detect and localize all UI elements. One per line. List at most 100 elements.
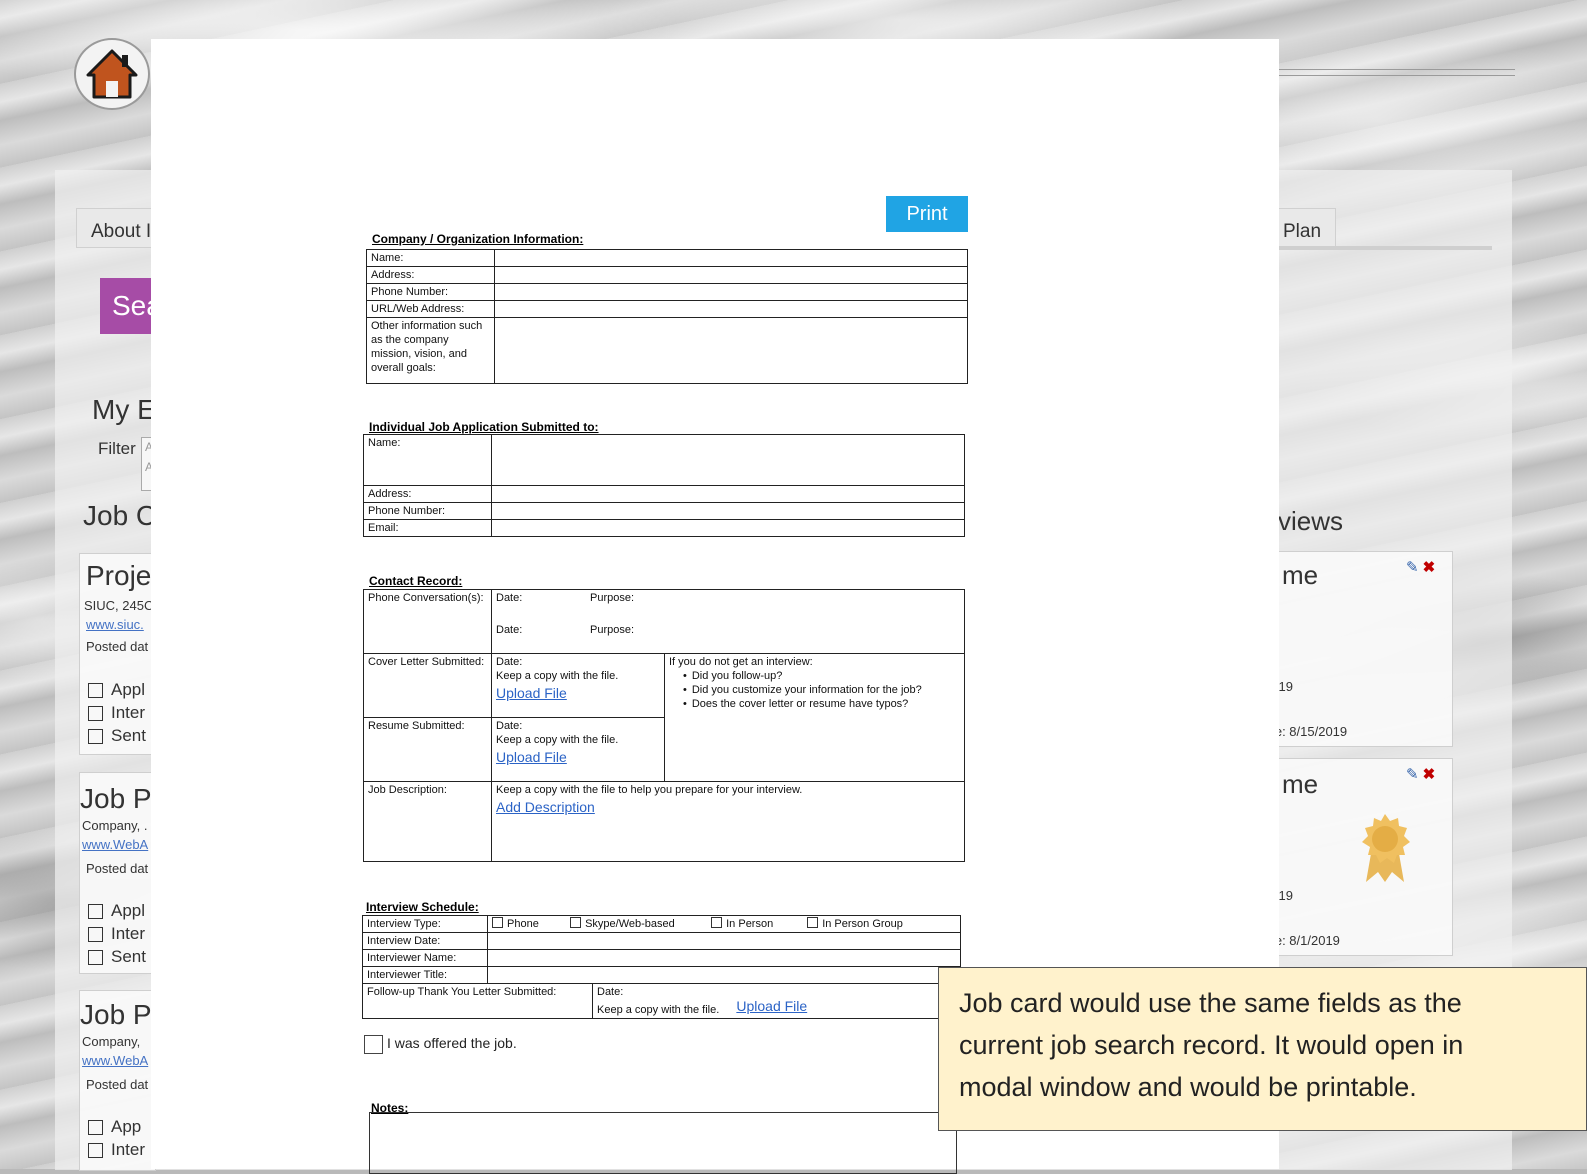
company-address-field[interactable]	[494, 266, 968, 284]
search-button[interactable]: Sea	[100, 278, 162, 334]
job-card-link[interactable]: www.WebA	[82, 1053, 148, 1068]
applicant-name-field[interactable]	[491, 434, 965, 486]
field-label: Interview Type:	[362, 915, 488, 933]
job-card-company: Company,	[82, 1034, 141, 1049]
phone-conversations-field[interactable]: Date: Purpose: Date: Purpose:	[491, 589, 965, 654]
job-card-link[interactable]: www.siuc.	[86, 617, 144, 632]
job-description-field[interactable]: Keep a copy with the file to help you pr…	[491, 781, 965, 862]
upload-file-link[interactable]: Upload File	[496, 686, 567, 700]
checkbox[interactable]	[364, 1035, 383, 1054]
offered-checkbox[interactable]: I was offered the job.	[364, 1035, 517, 1054]
applicant-email-field[interactable]	[491, 519, 965, 537]
tips-title: If you do not get an interview:	[669, 656, 813, 668]
job-card-company: SIUC, 245C	[84, 598, 154, 613]
add-description-link[interactable]: Add Description	[496, 800, 595, 814]
job-card-check[interactable]: Appl	[88, 680, 145, 700]
cover-letter-field[interactable]: Date: Keep a copy with the file. Upload …	[491, 653, 665, 718]
checkbox[interactable]	[88, 683, 103, 699]
option-phone[interactable]: Phone	[492, 917, 567, 931]
checkbox[interactable]	[807, 917, 819, 928]
tab-plan[interactable]: Plan	[1278, 208, 1336, 248]
interview-type-options: Phone Skype/Web-based In Person In Perso…	[487, 915, 961, 933]
job-card-link[interactable]: www.WebA	[82, 837, 148, 852]
interview-date-field[interactable]	[487, 932, 961, 950]
checkbox[interactable]	[88, 1120, 103, 1136]
company-url-field[interactable]	[494, 300, 968, 318]
company-phone-field[interactable]	[494, 283, 968, 301]
tab-about[interactable]: About I	[76, 208, 156, 248]
field-label: Address:	[366, 266, 495, 284]
interview-section-title: Interview Schedule:	[366, 900, 479, 914]
job-card[interactable]: Proje SIUC, 245C www.siuc. Posted dat Ap…	[79, 553, 156, 755]
interviewer-name-field[interactable]	[487, 949, 961, 967]
interviewer-title-field[interactable]	[487, 966, 961, 984]
company-section-title: Company / Organization Information:	[372, 232, 584, 246]
print-button[interactable]: Print	[886, 196, 968, 232]
interview-tips: If you do not get an interview: Did you …	[664, 653, 965, 782]
option-in-person[interactable]: In Person	[711, 917, 804, 931]
job-card-check[interactable]: Sent	[88, 726, 146, 746]
table-row: Cover Letter Submitted: Date: Keep a cop…	[363, 653, 965, 782]
checkbox[interactable]	[88, 950, 103, 966]
tips-list: Did you follow-up? Did you customize you…	[669, 669, 960, 711]
table-row: Phone Conversation(s): Date: Purpose: Dat…	[363, 589, 965, 654]
checkbox[interactable]	[88, 904, 103, 920]
job-card-check[interactable]: Sent	[88, 947, 146, 967]
checkbox[interactable]	[88, 1143, 103, 1159]
job-card-check[interactable]: Appl	[88, 901, 145, 921]
job-card-check[interactable]: Inter	[88, 924, 145, 944]
job-card-posted: Posted dat	[86, 1077, 149, 1092]
close-icon[interactable]: ✖	[1423, 766, 1436, 783]
job-card-posted: Posted dat	[86, 639, 149, 654]
table-row: Job Description: Keep a copy with the fi…	[363, 781, 965, 862]
table-row: Interviewer Name:	[362, 949, 961, 967]
field-label: Address:	[363, 485, 492, 503]
upload-file-link[interactable]: Upload File	[496, 750, 567, 764]
job-card-check[interactable]: Inter	[88, 703, 145, 723]
checkbox[interactable]	[492, 917, 503, 928]
interview-card[interactable]: me ✎✖ 2019 19 ate: 8/15/2019	[1264, 551, 1453, 747]
date-label: Date:	[597, 986, 624, 998]
award-ribbon-icon	[1362, 814, 1410, 882]
job-card-check[interactable]: Inter	[88, 1140, 145, 1160]
job-card-posted: Posted dat	[86, 861, 149, 876]
applicant-table: Name: Address: Phone Number: Email:	[363, 434, 965, 537]
option-in-person-group[interactable]: In Person Group	[807, 917, 903, 930]
header-divider	[1265, 69, 1515, 76]
field-label: Resume Submitted:	[363, 717, 492, 782]
job-card-check[interactable]: App	[88, 1117, 141, 1137]
job-cards-heading: Job C	[83, 500, 157, 531]
resume-field[interactable]: Date: Keep a copy with the file. Upload …	[491, 717, 665, 782]
close-icon[interactable]: ✖	[1423, 559, 1436, 576]
notes-textarea[interactable]	[369, 1112, 957, 1174]
upload-file-link[interactable]: Upload File	[736, 999, 807, 1013]
job-card[interactable]: Job P Company, www.WebA Posted dat App I…	[79, 990, 156, 1171]
checkbox[interactable]	[88, 927, 103, 943]
tip-item: Did you follow-up?	[683, 669, 960, 683]
applicant-address-field[interactable]	[491, 485, 965, 503]
checkbox[interactable]	[711, 917, 723, 928]
field-label: Other information such as the company mi…	[366, 317, 495, 384]
job-card[interactable]: Job P Company, . www.WebA Posted dat App…	[79, 772, 156, 974]
company-name-field[interactable]	[494, 249, 968, 267]
checkbox[interactable]	[88, 729, 103, 745]
applicant-phone-field[interactable]	[491, 502, 965, 520]
purpose-label: Purpose:	[590, 624, 635, 636]
date-label: Date:	[496, 656, 523, 668]
field-label: Job Description:	[363, 781, 492, 862]
thank-you-field[interactable]: Date: Keep a copy with the file. Upload …	[592, 983, 961, 1019]
company-other-info-field[interactable]	[494, 317, 968, 384]
option-skype[interactable]: Skype/Web-based	[570, 917, 708, 931]
interviews-heading: views	[1278, 506, 1344, 536]
pencil-icon[interactable]: ✎	[1406, 559, 1419, 576]
job-description-hint: Keep a copy with the file to help you pr…	[496, 784, 803, 796]
date-label: Date:	[496, 592, 523, 604]
checkbox[interactable]	[570, 917, 582, 928]
checkbox[interactable]	[88, 706, 103, 722]
home-button[interactable]	[74, 38, 150, 110]
home-icon	[86, 49, 138, 99]
applicant-section-title: Individual Job Application Submitted to:	[369, 420, 599, 434]
table-row: Address:	[366, 266, 968, 284]
pencil-icon[interactable]: ✎	[1406, 766, 1419, 783]
contact-table: Phone Conversation(s): Date: Purpose: Dat…	[363, 589, 965, 862]
